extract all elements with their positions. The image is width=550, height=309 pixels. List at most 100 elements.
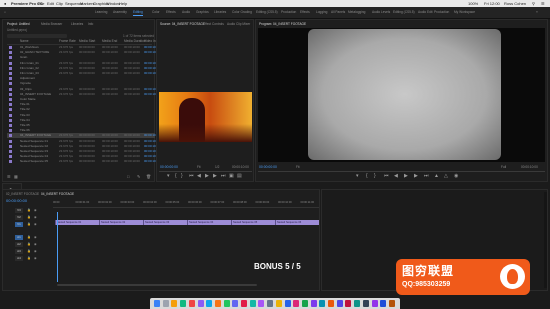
workspace-tab[interactable]: Metalogging bbox=[348, 10, 365, 14]
tab-program[interactable]: Program: 04_INSERT FOOTAGE bbox=[259, 22, 306, 26]
play-icon[interactable]: ▶ bbox=[205, 174, 209, 179]
workspace-tab[interactable]: Editing (CS5.5) bbox=[256, 10, 278, 14]
track-header[interactable]: V3 🔒 ◉ bbox=[3, 208, 53, 214]
col-frame-rate[interactable]: Frame Rate bbox=[59, 39, 76, 43]
dock-app-icon[interactable] bbox=[214, 300, 221, 307]
tab-libraries[interactable]: Libraries bbox=[71, 22, 83, 26]
play-icon[interactable]: ▶ bbox=[404, 174, 408, 179]
program-scale-select[interactable]: Full bbox=[501, 165, 506, 169]
lift-icon[interactable]: ▲ bbox=[434, 174, 439, 179]
track-header[interactable]: A4 🔒 ◉ bbox=[3, 256, 53, 262]
track-header[interactable]: A3 🔒 ◉ bbox=[3, 249, 53, 255]
workspace-tab[interactable]: Production bbox=[434, 10, 449, 14]
dock-app-icon[interactable] bbox=[380, 300, 387, 307]
source-timecode[interactable]: 00:00:00:00 bbox=[160, 165, 178, 169]
lock-icon[interactable]: 🔒 bbox=[27, 208, 31, 212]
list-item[interactable]: Nested Sequence 05 23.976 fps 00:00:00:00 0… bbox=[7, 159, 160, 164]
eye-icon[interactable]: ◉ bbox=[34, 222, 37, 226]
dock-app-icon[interactable] bbox=[354, 300, 361, 307]
workspace-tab[interactable]: Libraries bbox=[214, 10, 226, 14]
icon-view-icon[interactable]: ▦ bbox=[14, 174, 18, 179]
source-scrubber[interactable] bbox=[159, 171, 252, 172]
timeline-ruler[interactable]: 00:00 00:00:01:00 00:00:02:00 00:00:03:00 00… bbox=[53, 200, 319, 208]
track-label[interactable]: V1 bbox=[15, 222, 23, 227]
dock-app-icon[interactable] bbox=[310, 300, 317, 307]
tab-project[interactable]: Project: Untitled bbox=[7, 22, 30, 26]
lock-icon[interactable]: 🔒 bbox=[27, 235, 31, 239]
workspace-tab[interactable]: All Panels bbox=[331, 10, 345, 14]
source-scale-select[interactable]: 1/2 bbox=[215, 165, 219, 169]
frame-back-icon[interactable]: ◀ bbox=[394, 174, 398, 179]
dock-app-icon[interactable] bbox=[154, 300, 160, 307]
menu-clip[interactable]: Clip bbox=[56, 0, 63, 7]
tab-media-browser[interactable]: Media Browser bbox=[41, 22, 62, 26]
search-input[interactable] bbox=[7, 34, 67, 38]
list-view-icon[interactable]: ☰ bbox=[7, 174, 11, 179]
dock-app-icon[interactable] bbox=[249, 300, 256, 307]
program-fit-select[interactable]: Fit bbox=[296, 165, 300, 169]
col-media-end[interactable]: Media End bbox=[102, 39, 117, 43]
eye-icon[interactable]: ◉ bbox=[34, 242, 37, 246]
track-header[interactable]: A2 🔒 ◉ bbox=[3, 242, 53, 248]
dock-app-icon[interactable] bbox=[371, 300, 378, 307]
tab-sequence-1[interactable]: 02_INSERT FOOTAGE bbox=[6, 192, 39, 196]
dock-app-icon[interactable] bbox=[336, 300, 343, 307]
dock-app-icon[interactable] bbox=[232, 300, 239, 307]
step-back-icon[interactable]: ⏮ bbox=[189, 174, 194, 179]
track-header[interactable]: A1 🔒 ◉ bbox=[3, 235, 53, 241]
more-workspaces-icon[interactable]: » bbox=[536, 10, 538, 14]
marker-icon[interactable]: ▾ bbox=[167, 174, 170, 179]
in-point-icon[interactable]: { bbox=[366, 174, 368, 179]
workspace-tab[interactable]: Effects bbox=[166, 10, 176, 14]
overwrite-icon[interactable]: ▤ bbox=[237, 174, 242, 179]
playhead[interactable] bbox=[57, 212, 58, 282]
timeline-clip[interactable]: Nested Sequence 06 bbox=[275, 220, 319, 225]
track-header[interactable]: V1 🔒 ◉ bbox=[3, 222, 53, 228]
dock-app-icon[interactable] bbox=[162, 300, 169, 307]
dock-app-icon[interactable] bbox=[241, 300, 247, 307]
dock-app-icon[interactable] bbox=[188, 300, 195, 307]
lock-icon[interactable]: 🔒 bbox=[27, 256, 31, 260]
frame-forward-icon[interactable]: ▶ bbox=[213, 174, 217, 179]
out-point-icon[interactable]: } bbox=[374, 174, 376, 179]
new-item-icon[interactable]: ✎ bbox=[137, 174, 140, 179]
workspace-tab-editing[interactable]: Editing bbox=[133, 10, 143, 16]
dock-app-icon[interactable] bbox=[223, 300, 230, 307]
dock-app-icon[interactable] bbox=[258, 300, 265, 307]
step-forward-icon[interactable]: ⏭ bbox=[221, 174, 226, 179]
new-bin-icon[interactable]: □ bbox=[127, 174, 129, 179]
export-frame-icon[interactable]: ◉ bbox=[454, 174, 458, 179]
dock-app-icon[interactable] bbox=[345, 300, 352, 307]
eye-icon[interactable]: ◉ bbox=[34, 249, 37, 253]
timeline-timecode[interactable]: 00:00:00:00 bbox=[6, 198, 27, 203]
track-label[interactable]: A3 bbox=[15, 249, 23, 254]
workspace-tab[interactable]: Editing (CS5.5) bbox=[393, 10, 415, 14]
frame-back-icon[interactable]: ◀ bbox=[197, 174, 201, 179]
out-point-icon[interactable]: } bbox=[181, 174, 183, 179]
workspace-tab[interactable]: Color bbox=[152, 10, 160, 14]
dock-app-icon[interactable] bbox=[362, 300, 369, 307]
workspace-tab[interactable]: Graphics bbox=[196, 10, 209, 14]
program-scrubber[interactable] bbox=[258, 171, 545, 172]
timeline-clip[interactable]: Nested Sequence 04 bbox=[187, 220, 231, 225]
timeline-clip[interactable]: Nested Sequence 01 bbox=[55, 220, 99, 225]
workspace-tab[interactable]: My Workspace bbox=[454, 10, 475, 14]
workspace-tab[interactable]: Audio Levels bbox=[372, 10, 390, 14]
timeline-clip[interactable]: Nested Sequence 03 bbox=[143, 220, 187, 225]
program-timecode[interactable]: 00:00:00:00 bbox=[259, 165, 277, 169]
step-forward-icon[interactable]: ⏭ bbox=[424, 174, 429, 179]
lock-icon[interactable]: 🔒 bbox=[27, 249, 31, 253]
col-duration[interactable]: Media Duration bbox=[124, 39, 146, 43]
apple-menu[interactable]: ● bbox=[4, 0, 6, 7]
track-label[interactable]: V2 bbox=[15, 215, 23, 220]
dock-app-icon[interactable] bbox=[171, 300, 178, 307]
source-fit-select[interactable]: Fit bbox=[197, 165, 201, 169]
workspace-tab[interactable]: Audio Edit bbox=[418, 10, 433, 14]
notification-icon[interactable]: ☰ bbox=[541, 0, 545, 7]
insert-icon[interactable]: ▣ bbox=[229, 174, 234, 179]
eye-icon[interactable]: ◉ bbox=[34, 256, 37, 260]
menu-file[interactable]: File bbox=[38, 0, 44, 7]
trash-icon[interactable]: 🗑 bbox=[146, 174, 151, 179]
tab-audio-clip-mixer[interactable]: Audio Clip Mixer bbox=[227, 22, 250, 26]
lock-icon[interactable]: 🔒 bbox=[27, 215, 31, 219]
